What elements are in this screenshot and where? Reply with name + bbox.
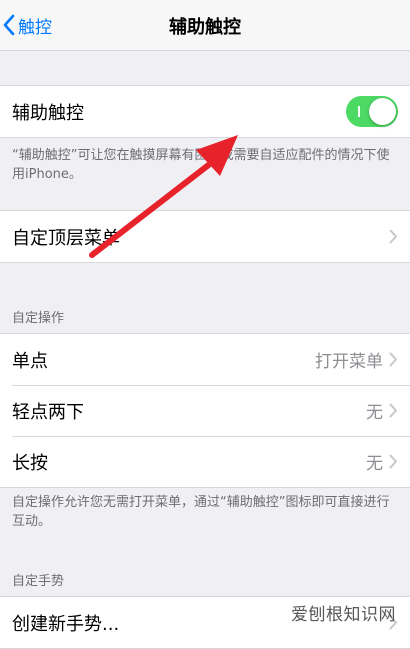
assistive-touch-label: 辅助触控	[12, 102, 84, 124]
chevron-right-icon	[389, 403, 397, 418]
watermark: 爱刨根知识网	[291, 605, 396, 625]
chevron-right-icon	[389, 454, 397, 469]
top-menu-group: 自定顶层菜单	[0, 210, 410, 263]
double-tap-row[interactable]: 轻点两下 无	[0, 385, 410, 436]
long-press-value: 无	[366, 454, 383, 474]
single-tap-row[interactable]: 单点 打开菜单	[0, 334, 410, 385]
custom-gestures-header: 自定手势	[12, 574, 65, 589]
long-press-label: 长按	[12, 452, 48, 474]
assistive-touch-row: 辅助触控	[0, 86, 410, 137]
custom-actions-group: 单点 打开菜单 轻点两下 无 长按 无	[0, 333, 410, 488]
chevron-right-icon	[389, 352, 397, 367]
custom-actions-header: 自定操作	[12, 311, 65, 326]
single-tap-label: 单点	[12, 350, 48, 372]
customize-top-menu-row[interactable]: 自定顶层菜单	[0, 211, 410, 262]
single-tap-value: 打开菜单	[315, 352, 383, 372]
double-tap-label: 轻点两下	[12, 401, 84, 423]
toggle-knob	[369, 98, 396, 125]
navigation-bar: 触控 辅助触控	[0, 0, 410, 51]
assistive-touch-group: 辅助触控	[0, 85, 410, 138]
page-title: 辅助触控	[169, 17, 241, 38]
double-tap-value: 无	[366, 403, 383, 423]
long-press-row[interactable]: 长按 无	[0, 436, 410, 487]
assistive-touch-toggle[interactable]	[346, 96, 398, 127]
customize-top-menu-label: 自定顶层菜单	[12, 227, 120, 249]
toggle-on-indicator-icon	[358, 106, 360, 117]
chevron-right-icon	[389, 229, 397, 244]
assistive-touch-footnote: “辅助触控”可让您在触摸屏幕有困难或需要自适应配件的情况下使用iPhone。	[12, 148, 390, 182]
custom-actions-footnote: 自定操作允许您无需打开菜单，通过“辅助触控”图标即可直接进行互动。	[12, 495, 390, 529]
